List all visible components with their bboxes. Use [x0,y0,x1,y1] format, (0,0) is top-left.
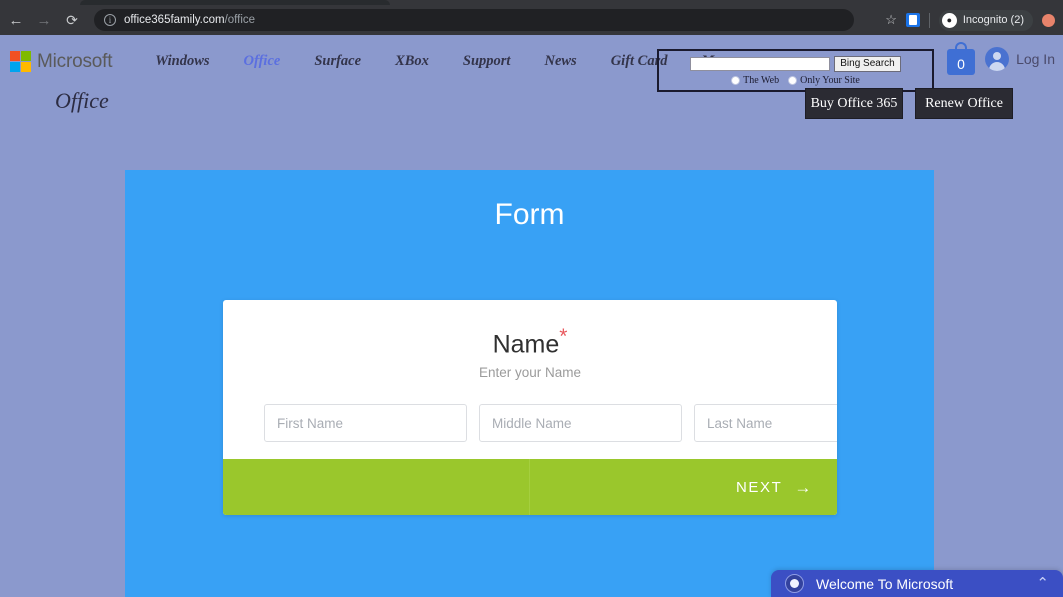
next-button-label: NEXT [735,478,783,496]
progress-indicator [223,459,530,515]
radio-icon[interactable] [731,75,741,85]
radio-only-your-site[interactable]: Only Your Site [788,75,860,86]
chat-widget[interactable]: Welcome To Microsoft ⌃ [771,570,1063,597]
office-wordmark[interactable]: Office [55,88,109,114]
form-title: Form [494,198,565,231]
nav-item-news[interactable]: News [527,53,593,70]
nav-item-windows[interactable]: Windows [138,53,226,70]
microsoft-wordmark: Microsoft [37,50,113,72]
buy-office-365-button[interactable]: Buy Office 365 [805,88,903,119]
nav-item-support[interactable]: Support [446,53,528,70]
profile-avatar[interactable] [1042,13,1055,27]
chat-widget-title: Welcome To Microsoft [816,575,954,592]
cart-button[interactable]: 0 [947,42,976,75]
bookmark-star-icon[interactable]: ☆ [885,12,897,28]
nav-item-surface[interactable]: Surface [297,53,378,70]
bing-search-button[interactable]: Bing Search [834,55,901,72]
cart-count: 0 [957,56,965,72]
renew-office-button[interactable]: Renew Office [915,88,1013,119]
field-heading: Name* [223,325,837,359]
form-card: Name* Enter your Name NEXT → [223,300,837,515]
bing-search-box: Bing Search The Web Only Your Site [657,49,934,92]
arrow-right-icon: → [794,477,813,497]
search-row: Bing Search [690,55,901,72]
form-panel: Form Name* Enter your Name NEXT → [125,170,934,597]
toolbar-divider [928,12,930,28]
browser-toolbar-right: ☆ ● Incognito (2) [885,9,1063,31]
back-icon[interactable]: ← [2,6,30,34]
address-bar[interactable]: i office365family.com/office [94,9,854,31]
field-subtitle: Enter your Name [478,365,582,381]
login-label: Log In [1016,50,1055,67]
next-button[interactable]: NEXT → [736,479,813,496]
microsoft-logo[interactable]: Microsoft [10,51,112,73]
incognito-label: Incognito (2) [962,14,1024,26]
page-root: ← → ⟳ i office365family.com/office ☆ ● I… [0,0,1063,597]
site-info-icon[interactable]: i [104,14,116,26]
name-inputs-row [223,404,837,443]
radio-the-web-label: The Web [743,74,780,86]
header-utility-area: 0 Log In [947,42,1055,75]
radio-only-your-site-label: Only Your Site [800,74,860,86]
microsoft-logo-icon [10,51,31,72]
last-name-input[interactable] [694,404,837,443]
nav-item-office[interactable]: Office [227,53,298,70]
nav-item-xbox[interactable]: XBox [378,53,446,70]
chat-avatar-icon [785,574,804,593]
form-footer: NEXT → [223,459,837,515]
chevron-up-icon[interactable]: ⌃ [1036,576,1049,591]
incognito-icon: ● [941,12,957,28]
search-input[interactable] [690,56,831,71]
reload-icon[interactable]: ⟳ [58,6,86,34]
forward-icon[interactable]: → [30,6,58,34]
middle-name-input[interactable] [479,404,682,443]
search-scope-radios: The Web Only Your Site [731,75,860,86]
first-name-input[interactable] [264,404,467,443]
login-button[interactable]: Log In [985,46,1055,71]
url-path: /office [224,14,256,26]
radio-the-web[interactable]: The Web [731,75,779,86]
browser-toolbar: ← → ⟳ i office365family.com/office ☆ ● I… [0,5,1063,35]
address-bar-url: office365family.com/office [124,14,255,26]
required-marker: * [559,325,568,348]
user-avatar-icon [985,46,1010,71]
extension-icon[interactable] [905,13,920,27]
radio-icon[interactable] [788,75,798,85]
field-heading-text: Name [492,330,560,359]
incognito-badge[interactable]: ● Incognito (2) [938,9,1033,31]
url-domain: office365family.com [124,14,225,26]
